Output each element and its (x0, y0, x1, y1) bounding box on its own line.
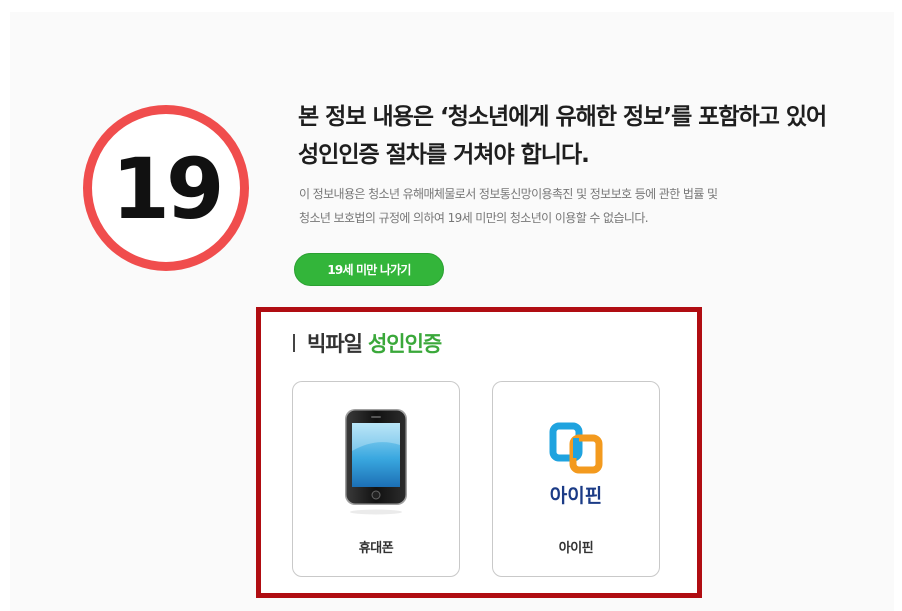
notice-description-line1: 이 정보내용은 청소년 유해매체물로서 정보통신망이용촉진 및 정보보호 등에 … (299, 187, 718, 201)
title-bar-divider (293, 334, 295, 352)
notice-headline: 본 정보 내용은 ‘청소년에게 유해한 정보’를 포함하고 있어 성인인증 절차… (298, 98, 888, 174)
ipin-auth-button[interactable]: 아이핀 아이핀 (492, 381, 660, 577)
adult-auth-box: 빅파일 성인인증 휴대폰 아이핀 아이핀 (256, 307, 702, 598)
ipin-auth-label: 아이핀 (558, 541, 594, 556)
ipin-logo: 아이핀 (493, 402, 659, 522)
adult-auth-title-site: 빅파일 (307, 332, 363, 356)
exit-under-19-button[interactable]: 19세 미만 나가기 (294, 253, 444, 286)
notice-headline-line1: 본 정보 내용은 ‘청소년에게 유해한 정보’를 포함하고 있어 (298, 104, 827, 130)
ipin-logo-text: 아이핀 (550, 485, 602, 507)
notice-description: 이 정보내용은 청소년 유해매체물로서 정보통신망이용촉진 및 정보보호 등에 … (299, 182, 879, 230)
phone-auth-button[interactable]: 휴대폰 (292, 381, 460, 577)
adult-auth-title-accent: 성인인증 (367, 332, 442, 356)
adult-auth-title: 빅파일 성인인증 (293, 330, 442, 356)
phone-auth-label: 휴대폰 (358, 541, 394, 556)
age-19-badge: 19 (83, 105, 249, 271)
mobile-phone-icon (293, 402, 459, 522)
age-19-badge-text: 19 (111, 140, 225, 238)
notice-headline-line2: 성인인증 절차를 거쳐야 합니다. (298, 142, 590, 168)
notice-description-line2: 청소년 보호법의 규정에 의하여 19세 미만의 청소년이 이용할 수 없습니다… (299, 211, 649, 225)
